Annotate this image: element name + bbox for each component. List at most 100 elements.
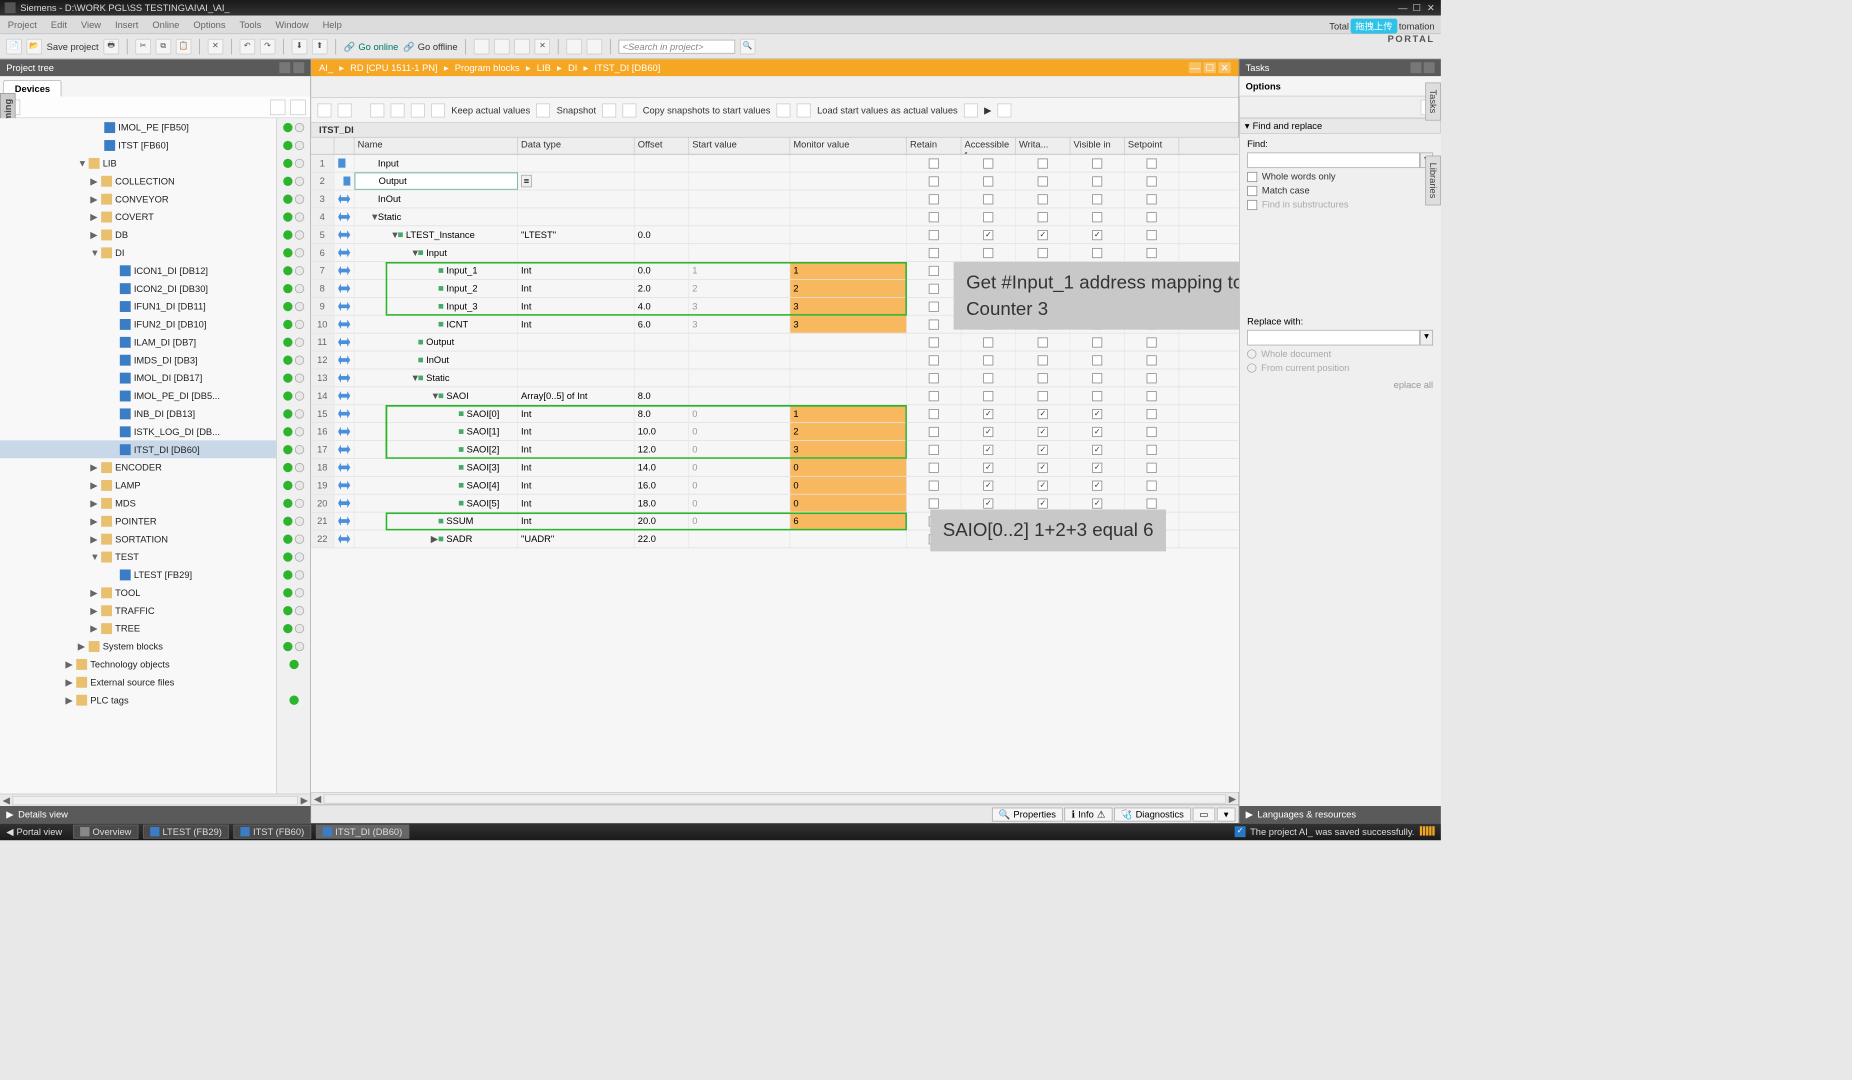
tree-scroll-h[interactable]: ◀▶ [0, 794, 310, 806]
upload-icon[interactable]: ⬆ [312, 39, 328, 55]
tree-item[interactable]: ▶CONVEYOR [0, 190, 276, 208]
tree-item[interactable]: ▼DI [0, 244, 276, 262]
tree-item[interactable]: INB_DI [DB13] [0, 405, 276, 423]
find-replace-header[interactable]: ▾Find and replace [1239, 118, 1441, 134]
grid-col-header[interactable]: Offset [635, 138, 689, 154]
db-tool-12[interactable] [964, 103, 978, 117]
tree-item[interactable]: ▶Technology objects [0, 655, 276, 673]
tasks-min-icon[interactable] [1411, 62, 1422, 73]
breadcrumb-item[interactable]: ITST_DI [DB60] [594, 62, 660, 73]
close-button[interactable]: ✕ [1425, 2, 1436, 13]
diagnostics-button[interactable]: 🩺 Diagnostics [1114, 807, 1191, 821]
menu-online[interactable]: Online [152, 19, 179, 30]
grid-row[interactable]: 15SAOI[0]Int8.001 [311, 405, 1238, 423]
db-tool-1[interactable] [317, 103, 331, 117]
pin-icon[interactable] [293, 62, 304, 73]
save-project-button[interactable]: Save project [47, 41, 99, 52]
tree-item[interactable]: ITST_DI [DB60] [0, 440, 276, 458]
inspector-close-icon[interactable]: ▾ [1217, 807, 1236, 821]
tree-item[interactable]: IMOL_PE_DI [DB5... [0, 387, 276, 405]
delete-icon[interactable]: ✕ [207, 39, 223, 55]
db-tool-13[interactable] [998, 103, 1012, 117]
db-tool-8[interactable] [602, 103, 616, 117]
db-tool-3[interactable] [370, 103, 384, 117]
grid-row[interactable]: 6▼Input [311, 244, 1238, 262]
info-button[interactable]: ℹ Info ⚠ [1065, 807, 1113, 821]
tree-item[interactable]: ▶TREE [0, 619, 276, 637]
tree-item[interactable]: ITST [FB60] [0, 136, 276, 154]
grid-col-header[interactable] [311, 138, 334, 154]
grid-col-header[interactable] [335, 138, 355, 154]
grid-col-header[interactable]: Retain [907, 138, 961, 154]
tree-tool-3[interactable] [290, 99, 306, 115]
keep-actual-values-button[interactable]: Keep actual values [451, 105, 530, 116]
tree-item[interactable]: IMOL_DI [DB17] [0, 369, 276, 387]
whole-words-checkbox[interactable]: Whole words only [1247, 171, 1433, 182]
grid-col-header[interactable]: Monitor value [790, 138, 907, 154]
grid-row[interactable]: 13▼Static [311, 370, 1238, 388]
replace-all-button[interactable]: eplace all [1247, 380, 1433, 391]
find-input[interactable] [1247, 152, 1420, 168]
breadcrumb-item[interactable]: LIB [537, 62, 551, 73]
replace-dropdown-icon[interactable]: ▾ [1420, 330, 1433, 346]
menu-window[interactable]: Window [275, 19, 308, 30]
collapse-icon[interactable] [279, 62, 290, 73]
grid-row[interactable]: 12InOut [311, 352, 1238, 370]
tree-item[interactable]: ▶ENCODER [0, 458, 276, 476]
tree-item[interactable]: ICON2_DI [DB30] [0, 279, 276, 297]
tree-item[interactable]: ▶LAMP [0, 476, 276, 494]
grid-col-header[interactable]: Name [355, 138, 518, 154]
tree-item[interactable]: ▶PLC tags [0, 691, 276, 709]
tree-item[interactable]: IMDS_DI [DB3] [0, 351, 276, 369]
tool-icon-4[interactable]: ✕ [535, 39, 551, 55]
libraries-vtab[interactable]: Libraries [1425, 156, 1441, 206]
tree-item[interactable]: IMOL_PE [FB50] [0, 118, 276, 136]
breadcrumb-item[interactable]: Program blocks [455, 62, 520, 73]
grid-row[interactable]: 5▼LTEST_Instance"LTEST"0.0 [311, 226, 1238, 244]
print-icon[interactable]: 🖶 [103, 39, 119, 55]
grid-row[interactable]: 3InOut [311, 191, 1238, 209]
tree-item[interactable]: ICON1_DI [DB12] [0, 261, 276, 279]
copy-icon[interactable]: ⧉ [155, 39, 171, 55]
menu-view[interactable]: View [81, 19, 101, 30]
upload-badge[interactable]: 拖拽上传 [1351, 19, 1398, 34]
tree-item[interactable]: ▶COLLECTION [0, 172, 276, 190]
details-view-header[interactable]: ▶Details view [0, 806, 310, 823]
tree-item[interactable]: ▶POINTER [0, 512, 276, 530]
grid-col-header[interactable]: Visible in ... [1071, 138, 1125, 154]
search-go-icon[interactable]: 🔍 [740, 39, 756, 55]
grid-row[interactable]: 1Input [311, 155, 1238, 173]
tool-icon-2[interactable] [494, 39, 510, 55]
tree-item[interactable]: ISTK_LOG_DI [DB... [0, 422, 276, 440]
languages-header[interactable]: ▶Languages & resources [1239, 806, 1441, 823]
menu-project[interactable]: Project [8, 19, 37, 30]
tree-item[interactable]: ▶External source files [0, 673, 276, 691]
cut-icon[interactable]: ✂ [135, 39, 151, 55]
search-input[interactable]: <Search in project> [619, 39, 736, 53]
db-grid[interactable]: NameData typeOffsetStart valueMonitor va… [311, 138, 1238, 792]
status-tab[interactable]: ITST_DI (DB60) [316, 825, 409, 839]
db-tool-5[interactable] [411, 103, 425, 117]
grid-col-header[interactable]: Writa... [1016, 138, 1070, 154]
tree-item[interactable]: ▶COVERT [0, 208, 276, 226]
minimize-button[interactable]: — [1397, 2, 1408, 13]
tree-item[interactable]: LTEST [FB29] [0, 566, 276, 584]
undo-icon[interactable]: ↶ [239, 39, 255, 55]
tree-item[interactable]: ▶System blocks [0, 637, 276, 655]
tree-tool-2[interactable] [270, 99, 286, 115]
menu-help[interactable]: Help [323, 19, 342, 30]
breadcrumb-item[interactable]: AI_ [319, 62, 333, 73]
editor-min-icon[interactable]: — [1189, 62, 1201, 73]
tree-item[interactable]: ▶DB [0, 226, 276, 244]
grid-col-header[interactable]: Accessible f... [962, 138, 1016, 154]
download-icon[interactable]: ⬇ [292, 39, 308, 55]
tree-item[interactable]: IFUN1_DI [DB11] [0, 297, 276, 315]
grid-row[interactable]: 4▼Static [311, 209, 1238, 227]
db-tool-6[interactable] [431, 103, 445, 117]
properties-button[interactable]: 🔍 Properties [992, 807, 1063, 821]
open-project-icon[interactable]: 📂 [26, 39, 42, 55]
db-tool-7[interactable] [536, 103, 550, 117]
menu-edit[interactable]: Edit [51, 19, 67, 30]
grid-row[interactable]: 19SAOI[4]Int16.000 [311, 477, 1238, 495]
db-tool-2[interactable] [338, 103, 352, 117]
